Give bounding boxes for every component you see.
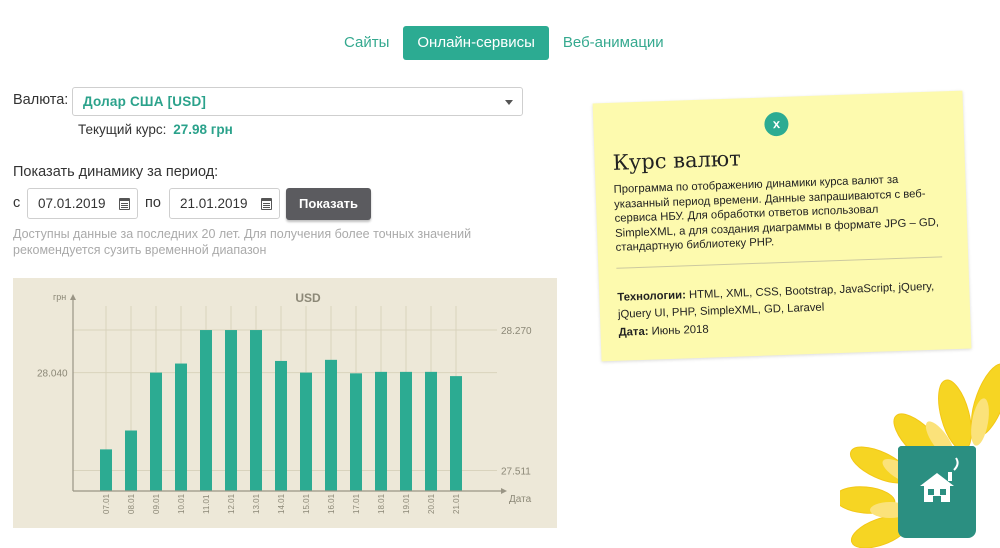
x-tick-label: 17.01 xyxy=(352,493,361,514)
y-axis-arrow xyxy=(70,294,76,300)
x-axis-arrow xyxy=(501,488,507,494)
calendar-icon[interactable] xyxy=(261,198,272,210)
chart-bar xyxy=(125,430,137,491)
period-label: Показать динамику за период: xyxy=(13,164,219,180)
y-axis-label: грн xyxy=(53,292,66,302)
x-tick-label: 21.01 xyxy=(452,493,461,514)
info-card-body: x Курс валют Программа по отображению ди… xyxy=(592,90,972,362)
card-description: Программа по отображению динамики курса … xyxy=(613,173,940,254)
date-value: Июнь 2018 xyxy=(651,323,709,338)
tab-online-services[interactable]: Онлайн-сервисы xyxy=(403,26,549,60)
card-title: Курс валют xyxy=(612,146,742,175)
info-card: x Курс валют Программа по отображению ди… xyxy=(592,90,972,362)
tab-web-animations[interactable]: Веб-анимации xyxy=(551,26,676,60)
x-tick-label: 10.01 xyxy=(177,493,186,514)
home-icon xyxy=(898,446,976,536)
top-nav: Сайты Онлайн-сервисы Веб-анимации xyxy=(332,26,676,60)
to-label: по xyxy=(145,195,161,211)
currency-label: Валюта: xyxy=(13,92,69,108)
current-rate-label: Текущий курс: xyxy=(78,122,167,137)
chart-bar xyxy=(175,363,187,491)
x-tick-label: 08.01 xyxy=(127,493,136,514)
currency-select-value: Долар США [USD] xyxy=(83,94,207,109)
chart-bar xyxy=(250,330,262,491)
home-button[interactable] xyxy=(898,446,976,538)
to-date-value: 21.01.2019 xyxy=(180,196,248,211)
current-rate: Текущий курс: 27.98 грн xyxy=(78,122,233,137)
x-tick-label: 20.01 xyxy=(427,493,436,514)
current-rate-value: 27.98 грн xyxy=(173,122,233,137)
chart-bar xyxy=(300,372,312,491)
chart-bar xyxy=(225,330,237,491)
x-tick-label: 13.01 xyxy=(252,493,261,514)
chart-bar xyxy=(425,371,437,491)
from-date-value: 07.01.2019 xyxy=(38,196,106,211)
chart-bar xyxy=(450,376,462,491)
chevron-down-icon xyxy=(505,100,513,105)
show-button[interactable]: Показать xyxy=(286,188,371,220)
x-tick-label: 19.01 xyxy=(402,493,411,514)
x-axis-label: Дата xyxy=(509,494,532,505)
y-tick-label: 28.270 xyxy=(501,326,532,337)
chart-bar xyxy=(375,371,387,491)
chart-bar xyxy=(325,359,337,491)
date-label: Дата: xyxy=(618,325,649,339)
x-tick-label: 07.01 xyxy=(102,493,111,514)
calendar-icon[interactable] xyxy=(119,198,130,210)
tab-sites[interactable]: Сайты xyxy=(332,26,401,60)
chart-bar xyxy=(400,371,412,491)
tech-label: Технологии: xyxy=(617,289,687,304)
x-tick-label: 14.01 xyxy=(277,493,286,514)
currency-select[interactable]: Долар США [USD] xyxy=(72,87,523,116)
y-tick-label: 28.040 xyxy=(37,369,68,380)
card-divider xyxy=(616,256,943,269)
from-label: с xyxy=(13,195,21,211)
rate-chart: USD грн Дата 28.040 28.270 27.511 07.01 08.01 09… xyxy=(13,278,557,528)
chart-bar xyxy=(100,449,112,491)
x-tick-label: 18.01 xyxy=(377,493,386,514)
chart-bar xyxy=(150,372,162,491)
rate-chart-svg: USD грн Дата 28.040 28.270 27.511 07.01 08.01 09… xyxy=(37,291,532,514)
x-tick-label: 12.01 xyxy=(227,493,236,514)
x-tick-label: 11.01 xyxy=(202,494,211,514)
range-note: Доступны данные за последних 20 лет. Для… xyxy=(13,227,472,257)
x-tick-label: 15.01 xyxy=(302,493,311,514)
chart-title: USD xyxy=(295,291,321,305)
x-tick-label: 16.01 xyxy=(327,493,336,514)
from-date-input[interactable]: 07.01.2019 xyxy=(27,188,138,219)
chart-bar xyxy=(275,360,287,491)
y-tick-label: 27.511 xyxy=(501,466,531,477)
card-technologies: Технологии: HTML, XML, CSS, Bootstrap, J… xyxy=(617,278,948,322)
chart-bar xyxy=(200,330,212,491)
card-date: Дата: Июнь 2018 xyxy=(618,324,708,339)
to-date-input[interactable]: 21.01.2019 xyxy=(169,188,280,219)
x-tick-label: 09.01 xyxy=(152,493,161,514)
chart-bar xyxy=(350,373,362,491)
close-button[interactable]: x xyxy=(764,111,789,137)
